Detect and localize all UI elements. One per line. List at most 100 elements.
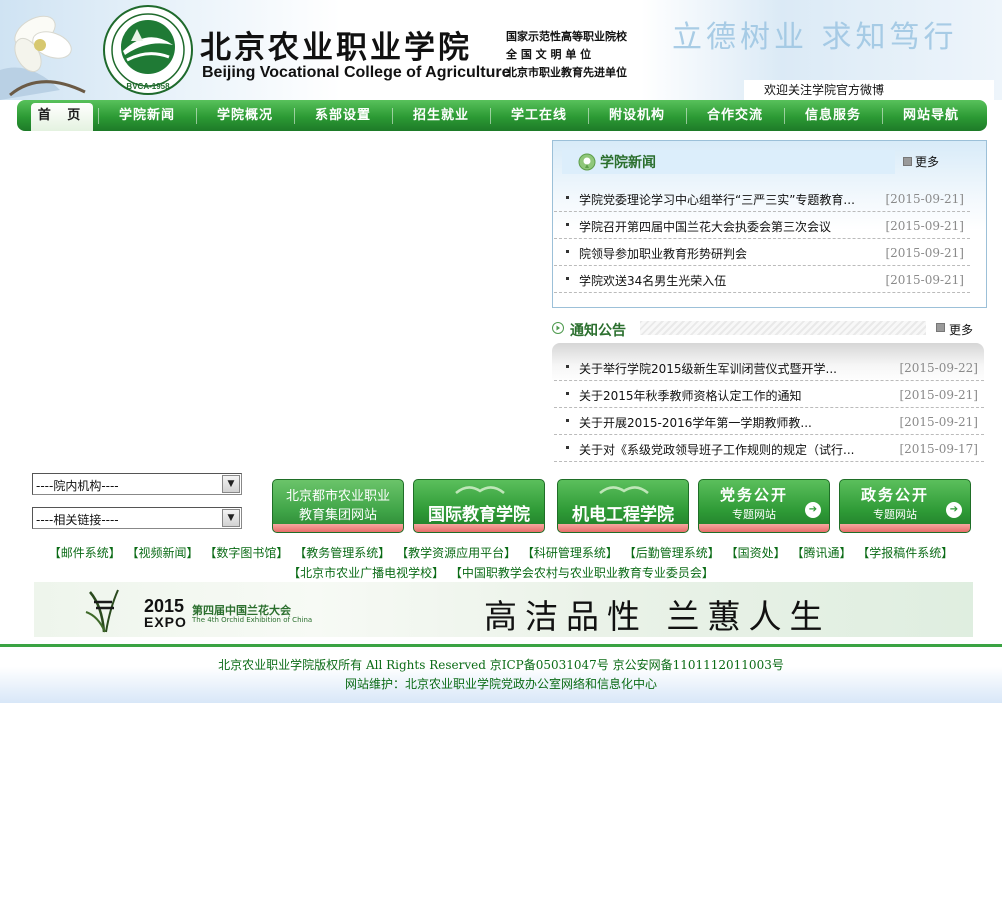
news-header: 学院新闻 [562, 150, 895, 174]
banner-line: 专题网站 [873, 508, 917, 521]
orchid-icon [85, 589, 119, 633]
logo-text: BVCA-1958 [126, 82, 170, 91]
banner-line: 专题网站 [732, 508, 776, 521]
nav-information-services[interactable]: 信息服务 [784, 103, 882, 129]
honor-line: 北京市职业教育先进单位 [506, 66, 627, 79]
notice-list: 关于举行学院2015级新生军训闭营仪式暨开学... [2015-09-22] 关于… [554, 354, 984, 462]
banner-mechatronics[interactable]: 机电工程学院 [557, 479, 689, 533]
nav-student-affairs[interactable]: 学工在线 [490, 103, 588, 129]
notice-item-title[interactable]: 关于开展2015-2016学年第一学期教师教... [579, 414, 812, 431]
list-item[interactable]: 学院党委理论学习中心组举行“三严三实”专题教育... [2015-09-21] [554, 185, 970, 212]
nav-home[interactable]: 首 页 [31, 103, 93, 131]
link-research-management[interactable]: 【科研管理系统】 [522, 546, 618, 560]
link-logistics-management[interactable]: 【后勤管理系统】 [624, 546, 720, 560]
bullet-icon [566, 446, 569, 449]
expo-slogan: 高洁品性 兰蕙人生 [484, 597, 831, 636]
notice-item-date: [2015-09-21] [899, 415, 978, 429]
nav-admissions[interactable]: 招生就业 [392, 103, 490, 129]
list-item[interactable]: 关于2015年秋季教师资格认定工作的通知 [2015-09-21] [554, 381, 984, 408]
college-logo: BVCA-1958 [103, 5, 193, 95]
news-more-label: 更多 [915, 155, 940, 169]
college-name-cn: 北京农业职业学院 [200, 30, 472, 66]
list-item[interactable]: 关于对《系级党政领导班子工作规则的规定（试行... [2015-09-17] [554, 435, 984, 462]
college-honors: 国家示范性高等职业院校 全 国 文 明 单 位 北京市职业教育先进单位 [506, 28, 627, 82]
notice-item-date: [2015-09-21] [899, 388, 978, 402]
list-item[interactable]: 学院欢送34名男生光荣入伍 [2015-09-21] [554, 266, 970, 293]
news-list: 学院党委理论学习中心组举行“三严三实”专题教育... [2015-09-21] 学… [554, 185, 970, 293]
list-item[interactable]: 院领导参加职业教育形势研判会 [2015-09-21] [554, 239, 970, 266]
wave-logo-icon [455, 486, 505, 494]
wave-logo-icon [599, 486, 649, 494]
banner-line: 政务公开 [860, 486, 929, 504]
link-video-news[interactable]: 【视频新闻】 [127, 546, 199, 560]
bullet-icon [566, 277, 569, 280]
orchid-expo-banner[interactable]: 2015 EXPO 第四届中国兰花大会 The 4th Orchid Exhib… [34, 582, 973, 637]
chevron-down-icon[interactable]: ▼ [222, 509, 240, 527]
list-item[interactable]: 关于举行学院2015级新生军训闭营仪式暨开学... [2015-09-22] [554, 354, 984, 381]
site-footer: 北京农业职业学院版权所有 All Rights Reserved 京ICP备05… [0, 647, 1002, 703]
magnolia-flower-image [0, 15, 86, 100]
college-name-en: Beijing Vocational College of Agricultur… [202, 64, 511, 81]
weibo-follow-link[interactable]: 欢迎关注学院官方微博 [744, 80, 994, 100]
notice-item-title[interactable]: 关于举行学院2015级新生军训闭营仪式暨开学... [579, 360, 837, 377]
banner-international-education[interactable]: 国际教育学院 [413, 479, 545, 533]
notice-title-stripe [640, 321, 926, 335]
news-item-date: [2015-09-21] [885, 192, 964, 206]
arrow-right-icon: ➔ [805, 502, 821, 518]
link-state-assets[interactable]: 【国资处】 [726, 546, 786, 560]
nav-departments[interactable]: 系部设置 [294, 103, 392, 129]
nav-affiliated-institutions[interactable]: 附设机构 [588, 103, 686, 129]
news-item-title[interactable]: 学院党委理论学习中心组举行“三严三实”专题教育... [579, 191, 855, 208]
arrow-right-icon: ➔ [946, 502, 962, 518]
chevron-down-icon[interactable]: ▼ [222, 475, 240, 493]
nav-site-map[interactable]: 网站导航 [882, 103, 980, 129]
more-square-icon [903, 157, 912, 166]
internal-institutions-select[interactable]: ----院内机构---- ▼ [32, 473, 242, 495]
bullet-icon [566, 196, 569, 199]
link-digital-library[interactable]: 【数字图书馆】 [204, 546, 288, 560]
news-item-title[interactable]: 学院欢送34名男生光荣入伍 [579, 272, 726, 289]
more-square-icon [936, 323, 945, 332]
expo-name-en: The 4th Orchid Exhibition of China [192, 616, 313, 624]
news-more-link[interactable]: 更多 [903, 153, 939, 170]
bullet-icon [566, 392, 569, 395]
list-item[interactable]: 关于开展2015-2016学年第一学期教师教... [2015-09-21] [554, 408, 984, 435]
link-mail-system[interactable]: 【邮件系统】 [49, 546, 121, 560]
news-item-title[interactable]: 学院召开第四届中国兰花大会执委会第三次会议 [579, 218, 831, 235]
list-item[interactable]: 学院召开第四届中国兰花大会执委会第三次会议 [2015-09-21] [554, 212, 970, 239]
link-agri-broadcast-school[interactable]: 【北京市农业广播电视学校】 [288, 566, 444, 580]
quick-links: 【邮件系统】 【视频新闻】 【数字图书馆】 【教务管理系统】 【教学资源应用平台… [30, 543, 972, 583]
link-vocational-committee[interactable]: 【中国职教学会农村与农业职业教育专业委员会】 [450, 566, 714, 580]
link-rtx[interactable]: 【腾讯通】 [791, 546, 851, 560]
notice-item-date: [2015-09-17] [899, 442, 978, 456]
news-item-date: [2015-09-21] [885, 273, 964, 287]
related-links-select[interactable]: ----相关链接---- ▼ [32, 507, 242, 529]
main-navigation: 首 页 学院新闻 学院概况 系部设置 招生就业 学工在线 附设机构 合作交流 信… [17, 100, 987, 131]
news-item-date: [2015-09-21] [885, 246, 964, 260]
banner-government-affairs[interactable]: 政务公开 专题网站 ➔ [839, 479, 971, 533]
link-journal-submission[interactable]: 【学报稿件系统】 [857, 546, 953, 560]
banner-line: 北京都市农业职业 [285, 489, 390, 504]
expo-word: EXPO [144, 614, 187, 630]
footer-copyright: 北京农业职业学院版权所有 All Rights Reserved 京ICP备05… [218, 658, 784, 672]
news-item-title[interactable]: 院领导参加职业教育形势研判会 [579, 245, 747, 262]
calligraphy-motto: 立德树业 求知笃行 [672, 20, 958, 55]
notice-more-link[interactable]: 更多 [949, 321, 973, 338]
notice-arrow-icon [552, 322, 564, 334]
notice-item-date: [2015-09-22] [899, 361, 978, 375]
banner-line: 党务公开 [719, 486, 788, 504]
news-title: 学院新闻 [600, 155, 656, 171]
notice-item-title[interactable]: 关于2015年秋季教师资格认定工作的通知 [579, 387, 802, 404]
banner-line: 国际教育学院 [428, 505, 530, 525]
nav-college-overview[interactable]: 学院概况 [196, 103, 294, 129]
nav-cooperation[interactable]: 合作交流 [686, 103, 784, 129]
banner-party-affairs[interactable]: 党务公开 专题网站 ➔ [698, 479, 830, 533]
nav-college-news[interactable]: 学院新闻 [98, 103, 196, 129]
bullet-icon [566, 419, 569, 422]
link-teaching-resources[interactable]: 【教学资源应用平台】 [396, 546, 516, 560]
footer-maintainer: 网站维护：北京农业职业学院党政办公室网络和信息化中心 [344, 677, 657, 691]
notice-item-title[interactable]: 关于对《系级党政领导班子工作规则的规定（试行... [579, 441, 854, 458]
banner-urban-agri-education-group[interactable]: 北京都市农业职业 教育集团网站 [272, 479, 404, 533]
link-academic-affairs[interactable]: 【教务管理系统】 [294, 546, 390, 560]
banner-line: 教育集团网站 [298, 508, 377, 523]
